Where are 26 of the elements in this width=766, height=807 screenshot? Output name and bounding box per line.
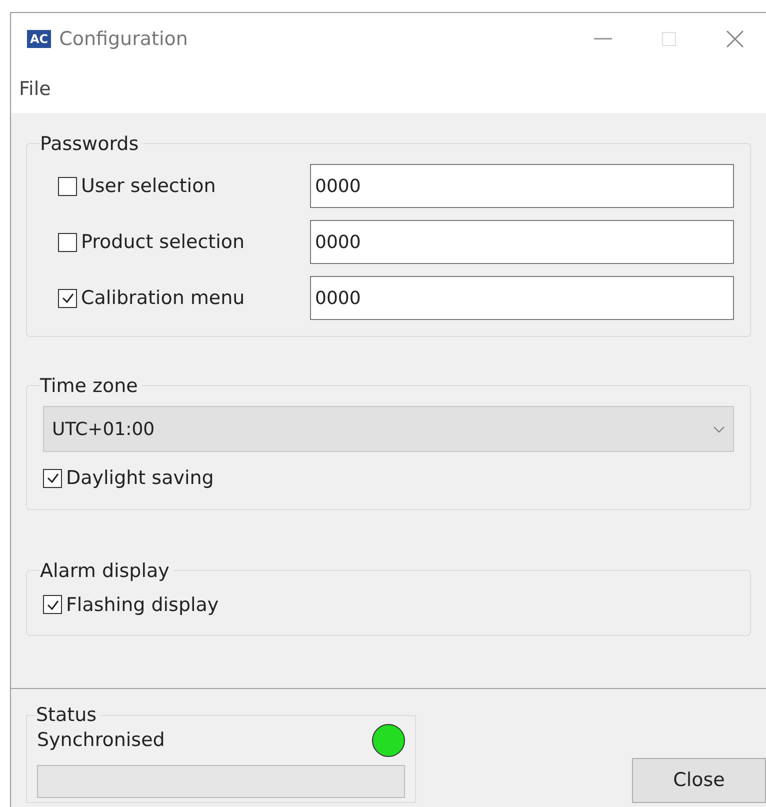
window-title: Configuration	[59, 26, 188, 52]
checkbox[interactable]	[43, 468, 62, 488]
checkbox[interactable]	[43, 595, 62, 614]
checkmark-icon	[46, 471, 60, 486]
checkmark-icon	[60, 291, 74, 305]
password-field[interactable]: 0000	[310, 220, 734, 264]
checkbox-label: Flashing display	[66, 592, 219, 618]
status-text: Synchronised	[37, 728, 165, 754]
checkbox-label: Product selection	[81, 230, 245, 255]
chevron-down-icon	[713, 426, 725, 432]
checkbox-label: User selection	[81, 174, 216, 199]
checkbox-label: Calibration menu	[81, 286, 245, 311]
password-field[interactable]: 0000	[310, 276, 734, 320]
minimize-icon[interactable]	[594, 38, 612, 40]
app-logo: AC	[27, 30, 52, 48]
checkbox[interactable]	[58, 288, 77, 308]
checkbox[interactable]	[58, 176, 77, 196]
password-field[interactable]: 0000	[310, 164, 734, 208]
checkbox[interactable]	[58, 232, 77, 252]
time-zone-dropdown[interactable]: UTC+01:00	[43, 406, 734, 452]
dropdown-value: UTC+01:00	[52, 418, 155, 442]
checkbox-label: Daylight saving	[66, 466, 214, 491]
close-icon[interactable]	[726, 30, 744, 48]
menu-item[interactable]: File	[17, 74, 53, 104]
close-button[interactable]: Close	[632, 758, 766, 803]
checkmark-icon	[46, 598, 60, 612]
